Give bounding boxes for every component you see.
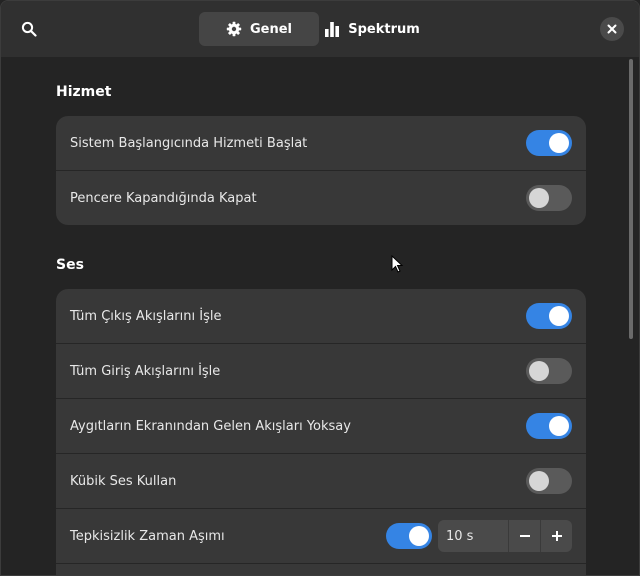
- section-title-audio: Ses: [56, 257, 84, 273]
- section-title-service: Hizmet: [56, 84, 112, 100]
- tab-general-label: Genel: [249, 21, 292, 37]
- service-card: Sistem Başlangıcında Hizmeti Başlat Penc…: [56, 116, 586, 225]
- bar-chart-icon: [325, 22, 340, 37]
- switch-knob: [549, 133, 569, 153]
- switch-knob: [529, 188, 549, 208]
- row-label: Tepkisizlik Zaman Aşımı: [70, 528, 225, 544]
- tab-spectrum-label: Spektrum: [348, 21, 420, 37]
- switch-knob: [529, 361, 549, 381]
- process-all-inputs-switch[interactable]: [526, 358, 572, 384]
- start-on-boot-switch[interactable]: [526, 130, 572, 156]
- tab-general[interactable]: Genel: [199, 12, 319, 46]
- switch-knob: [409, 526, 429, 546]
- row-use-cubic-volume: Kübik Ses Kullan: [56, 454, 586, 509]
- app-window: Genel Spektrum Hizmet Sistem Başlangıcın…: [0, 0, 640, 576]
- switch-knob: [549, 306, 569, 326]
- preferences-content: Hizmet Sistem Başlangıcında Hizmeti Başl…: [1, 57, 639, 575]
- inactivity-timeout-spinbutton[interactable]: 10 s: [438, 520, 572, 552]
- switch-knob: [529, 471, 549, 491]
- row-process-all-inputs: Tüm Giriş Akışlarını İşle: [56, 344, 586, 399]
- row-label: Tüm Giriş Akışlarını İşle: [70, 363, 221, 379]
- ignore-monitor-streams-switch[interactable]: [526, 413, 572, 439]
- audio-card: Tüm Çıkış Akışlarını İşle Tüm Giriş Akış…: [56, 289, 586, 575]
- process-all-outputs-switch[interactable]: [526, 303, 572, 329]
- increment-button[interactable]: [540, 520, 572, 552]
- cubic-volume-switch[interactable]: [526, 468, 572, 494]
- minus-icon: [519, 535, 530, 537]
- header-bar: Genel Spektrum: [1, 1, 639, 57]
- inactivity-timeout-switch[interactable]: [386, 523, 432, 549]
- switch-knob: [549, 416, 569, 436]
- row-inactivity-timeout: Tepkisizlik Zaman Aşımı 10 s: [56, 509, 586, 564]
- spin-value[interactable]: 10 s: [438, 529, 508, 544]
- row-process-all-outputs: Tüm Çıkış Akışlarını İşle: [56, 289, 586, 344]
- close-button[interactable]: [600, 17, 624, 41]
- scrollbar[interactable]: [629, 59, 633, 339]
- row-start-on-boot: Sistem Başlangıcında Hizmeti Başlat: [56, 116, 586, 171]
- row-close-on-window-close: Pencere Kapandığında Kapat: [56, 171, 586, 225]
- close-icon: [607, 24, 617, 34]
- plus-icon: [551, 531, 562, 541]
- row-partial: [56, 564, 586, 575]
- decrement-button[interactable]: [508, 520, 540, 552]
- row-label: Kübik Ses Kullan: [70, 473, 177, 489]
- row-label: Aygıtların Ekranından Gelen Akışları Yok…: [70, 418, 351, 434]
- search-icon: [21, 21, 37, 37]
- tab-spectrum[interactable]: Spektrum: [321, 12, 423, 46]
- search-button[interactable]: [12, 12, 46, 46]
- view-switcher: Genel Spektrum: [199, 12, 423, 46]
- row-ignore-monitor-streams: Aygıtların Ekranından Gelen Akışları Yok…: [56, 399, 586, 454]
- row-label: Pencere Kapandığında Kapat: [70, 190, 257, 206]
- gear-icon: [226, 21, 242, 37]
- row-label: Sistem Başlangıcında Hizmeti Başlat: [70, 135, 308, 151]
- mouse-pointer-icon: [391, 255, 404, 273]
- close-on-window-close-switch[interactable]: [526, 185, 572, 211]
- row-label: Tüm Çıkış Akışlarını İşle: [70, 308, 222, 324]
